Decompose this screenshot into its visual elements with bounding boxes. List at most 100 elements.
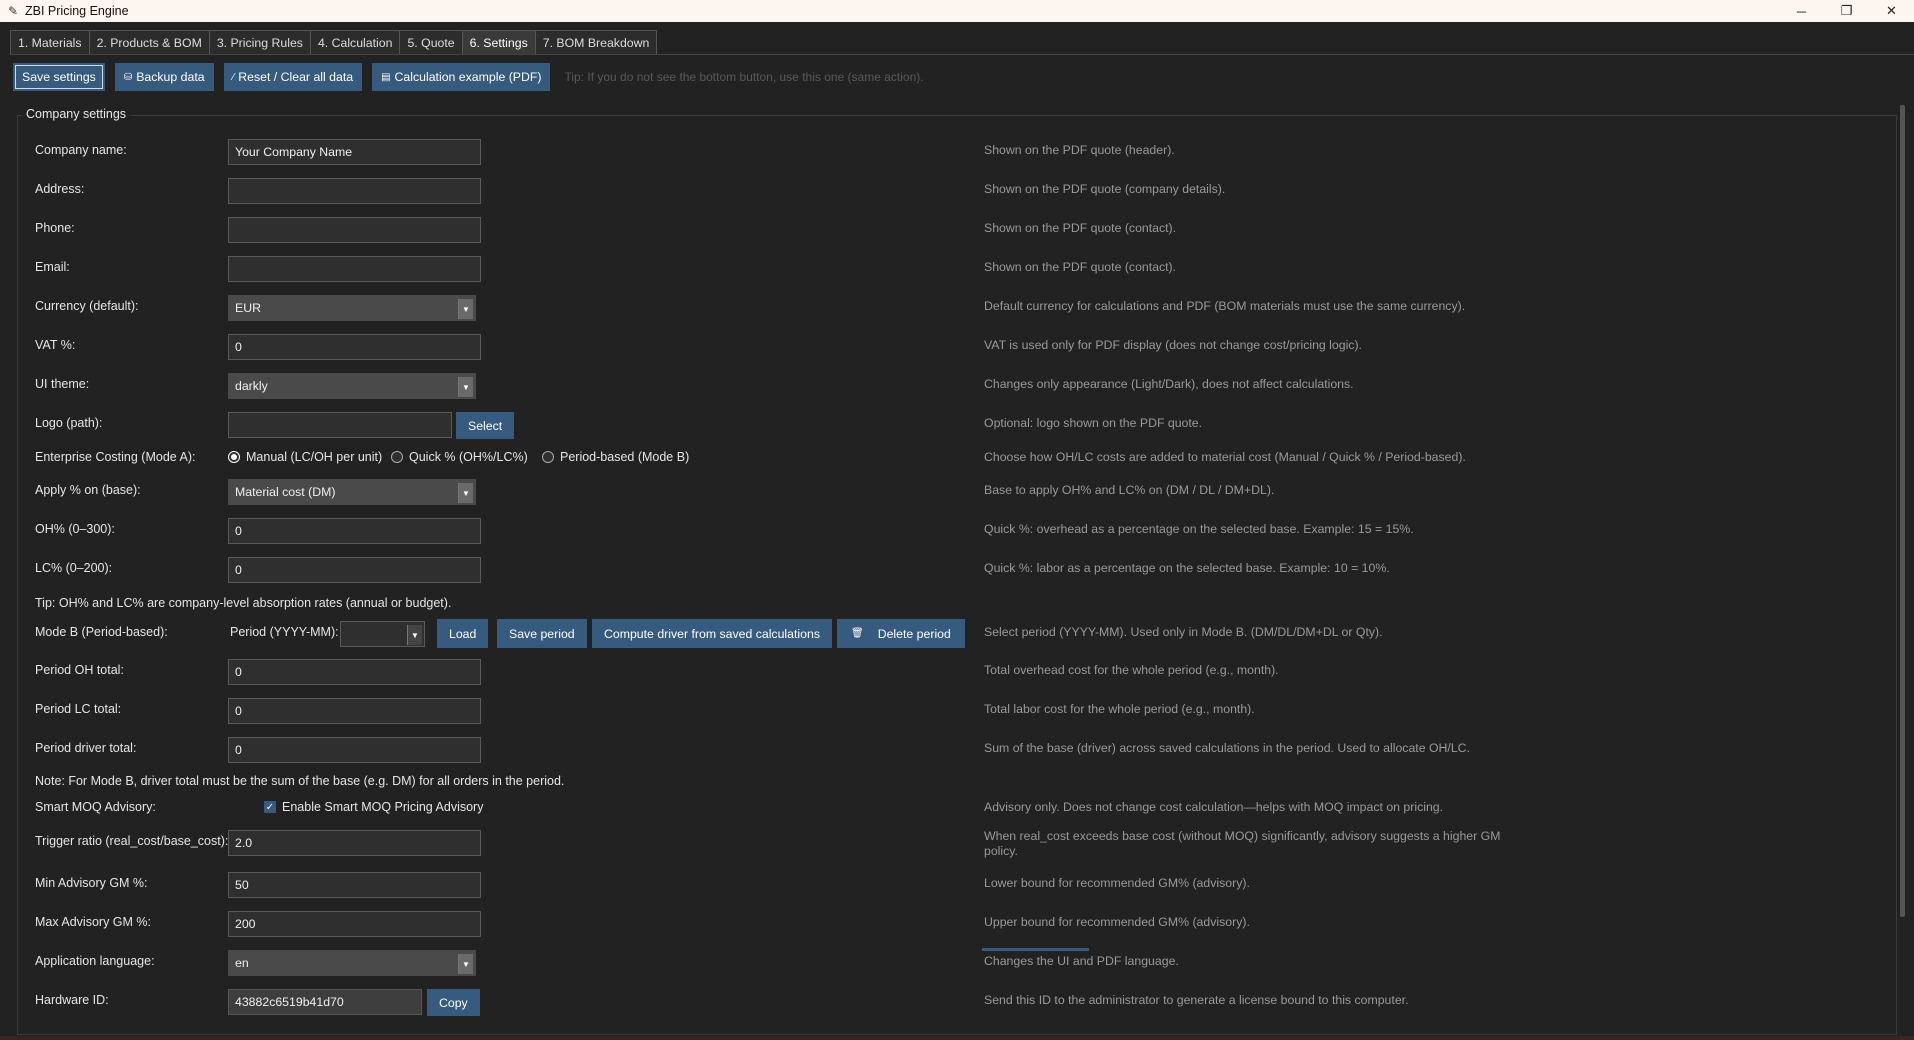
currency-help: Default currency for calculations and PD… bbox=[984, 299, 1466, 313]
save-settings-label: Save settings bbox=[22, 70, 96, 84]
radio-unselected-icon bbox=[391, 451, 403, 463]
backup-data-button[interactable]: ⛁ Backup data bbox=[114, 63, 214, 91]
tab-divider bbox=[10, 54, 1914, 55]
trash-icon: 🗑 bbox=[851, 628, 864, 639]
apply-base-select[interactable]: Material cost (DM) ▼ bbox=[228, 479, 476, 505]
minimize-button[interactable]: ─ bbox=[1779, 0, 1824, 22]
period-lc-field[interactable]: 0 bbox=[228, 698, 481, 724]
logo-row: Logo (path): Select Optional: logo shown… bbox=[35, 412, 1914, 439]
mode-b-note: Note: For Mode B, driver total must be t… bbox=[35, 774, 565, 788]
trigger-ratio-label: Trigger ratio (real_cost/base_cost): bbox=[35, 834, 229, 848]
tab-settings[interactable]: 6. Settings bbox=[461, 30, 536, 55]
tab-quote[interactable]: 5. Quote bbox=[399, 30, 463, 55]
email-field[interactable] bbox=[228, 256, 481, 282]
min-gm-field[interactable]: 50 bbox=[228, 872, 481, 898]
radio-quick-label: Quick % (OH%/LC%) bbox=[409, 450, 528, 464]
min-gm-label: Min Advisory GM %: bbox=[35, 876, 148, 890]
max-gm-help: Upper bound for recommended GM% (advisor… bbox=[984, 915, 1250, 929]
settings-toolbar: Save settings ⛁ Backup data ⁄ Reset / Clea… bbox=[13, 63, 924, 91]
language-value: en bbox=[235, 956, 249, 970]
save-settings-button[interactable]: Save settings bbox=[13, 63, 105, 91]
chevron-down-icon[interactable]: ▼ bbox=[407, 625, 422, 645]
chevron-down-icon[interactable]: ▼ bbox=[458, 377, 473, 397]
trigger-ratio-row: Trigger ratio (real_cost/base_cost): 2.0… bbox=[35, 829, 1914, 858]
tab-pricing-rules[interactable]: 3. Pricing Rules bbox=[208, 30, 311, 55]
phone-help: Shown on the PDF quote (contact). bbox=[984, 221, 1177, 235]
hardware-id-field[interactable]: 43882c6519b41d70 bbox=[228, 989, 422, 1015]
reset-clear-button[interactable]: ⁄ Reset / Clear all data bbox=[223, 63, 363, 91]
costing-mode-help: Choose how OH/LC costs are added to mate… bbox=[984, 450, 1466, 464]
costing-mode-row: Enterprise Costing (Mode A): Manual (LC/… bbox=[35, 446, 1914, 472]
smart-moq-row: Smart MOQ Advisory: ✓ Enable Smart MOQ P… bbox=[35, 796, 1914, 822]
mode-b-help: Select period (YYYY-MM). Used only in Mo… bbox=[984, 625, 1383, 639]
language-select[interactable]: en ▼ bbox=[228, 950, 476, 976]
period-oh-label: Period OH total: bbox=[35, 663, 124, 677]
save-period-button[interactable]: Save period bbox=[497, 619, 587, 648]
chevron-down-icon[interactable]: ▼ bbox=[458, 299, 473, 319]
ui-theme-help: Changes only appearance (Light/Dark), do… bbox=[984, 377, 1354, 391]
lc-percent-help: Quick %: labor as a percentage on the se… bbox=[984, 561, 1390, 575]
lc-percent-row: LC% (0–200): 0 Quick %: labor as a perce… bbox=[35, 557, 1914, 583]
copy-hardware-id-button[interactable]: Copy bbox=[427, 989, 480, 1016]
group-title: Company settings bbox=[22, 107, 131, 121]
currency-value: EUR bbox=[235, 301, 261, 315]
compute-driver-button[interactable]: Compute driver from saved calculations bbox=[592, 619, 832, 648]
checkmark-icon: ✓ bbox=[264, 801, 276, 813]
period-driver-row: Period driver total: 0 Sum of the base (… bbox=[35, 737, 1914, 763]
period-oh-field[interactable]: 0 bbox=[228, 659, 481, 685]
tab-products-bom[interactable]: 2. Products & BOM bbox=[88, 30, 210, 55]
ui-theme-row: UI theme: darkly ▼ Changes only appearan… bbox=[35, 373, 1914, 399]
calculation-example-button[interactable]: ▤ Calculation example (PDF) bbox=[372, 63, 551, 91]
absorption-tip: Tip: OH% and LC% are company-level absor… bbox=[35, 596, 452, 610]
vat-label: VAT %: bbox=[35, 338, 76, 352]
company-name-field[interactable]: Your Company Name bbox=[228, 139, 481, 165]
smart-moq-checkbox[interactable]: ✓ Enable Smart MOQ Pricing Advisory bbox=[264, 800, 483, 814]
address-row: Address: Shown on the PDF quote (company… bbox=[35, 178, 1914, 204]
delete-period-button[interactable]: 🗑 Delete period bbox=[837, 619, 965, 648]
language-help: Changes the UI and PDF language. bbox=[984, 954, 1179, 968]
close-button[interactable]: ✕ bbox=[1869, 0, 1914, 22]
load-period-button[interactable]: Load bbox=[437, 619, 489, 648]
oh-percent-help: Quick %: overhead as a percentage on the… bbox=[984, 522, 1414, 536]
oh-percent-field[interactable]: 0 bbox=[228, 518, 481, 544]
smart-moq-help: Advisory only. Does not change cost calc… bbox=[984, 800, 1444, 814]
tab-materials[interactable]: 1. Materials bbox=[10, 30, 90, 55]
lc-percent-field[interactable]: 0 bbox=[228, 557, 481, 583]
select-logo-button[interactable]: Select bbox=[456, 412, 515, 439]
apply-base-help: Base to apply OH% and LC% on (DM / DL / … bbox=[984, 483, 1275, 497]
radio-period-based[interactable]: Period-based (Mode B) bbox=[542, 450, 689, 464]
currency-select[interactable]: EUR ▼ bbox=[228, 295, 476, 321]
maximize-button[interactable]: ❐ bbox=[1824, 0, 1869, 22]
chevron-down-icon[interactable]: ▼ bbox=[458, 954, 473, 974]
period-driver-field[interactable]: 0 bbox=[228, 737, 481, 763]
mode-b-row: Mode B (Period-based): Period (YYYY-MM):… bbox=[35, 619, 1914, 648]
address-field[interactable] bbox=[228, 178, 481, 204]
delete-period-label: Delete period bbox=[877, 626, 951, 641]
max-gm-field[interactable]: 200 bbox=[228, 911, 481, 937]
backup-icon: ⛁ bbox=[123, 71, 133, 83]
period-lc-help: Total labor cost for the whole period (e… bbox=[984, 702, 1255, 716]
logo-help: Optional: logo shown on the PDF quote. bbox=[984, 416, 1203, 430]
taskbar-edge bbox=[0, 1036, 1914, 1040]
logo-label: Logo (path): bbox=[35, 416, 103, 430]
radio-manual[interactable]: Manual (LC/OH per unit) bbox=[228, 450, 382, 464]
chevron-down-icon[interactable]: ▼ bbox=[458, 483, 473, 503]
period-driver-help: Sum of the base (driver) across saved ca… bbox=[984, 741, 1470, 755]
radio-manual-label: Manual (LC/OH per unit) bbox=[246, 450, 383, 464]
trigger-ratio-field[interactable]: 2.0 bbox=[228, 830, 481, 856]
oh-percent-label: OH% (0–300): bbox=[35, 522, 115, 536]
logo-path-field[interactable] bbox=[228, 412, 452, 438]
oh-percent-row: OH% (0–300): 0 Quick %: overhead as a pe… bbox=[35, 518, 1914, 544]
radio-quick-percent[interactable]: Quick % (OH%/LC%) bbox=[391, 450, 528, 464]
broom-icon: ⁄ bbox=[232, 71, 235, 83]
address-help: Shown on the PDF quote (company details)… bbox=[984, 182, 1226, 196]
tab-calculation[interactable]: 4. Calculation bbox=[309, 30, 401, 55]
smart-moq-label: Smart MOQ Advisory: bbox=[35, 800, 156, 814]
tab-bom-breakdown[interactable]: 7. BOM Breakdown bbox=[534, 30, 658, 55]
document-icon: ▤ bbox=[381, 71, 391, 83]
phone-field[interactable] bbox=[228, 217, 481, 243]
tab-bar: 1. Materials 2. Products & BOM 3. Pricin… bbox=[10, 30, 658, 55]
vat-field[interactable]: 0 bbox=[228, 334, 481, 360]
ui-theme-select[interactable]: darkly ▼ bbox=[228, 373, 476, 399]
period-select[interactable]: ▼ bbox=[340, 621, 425, 647]
